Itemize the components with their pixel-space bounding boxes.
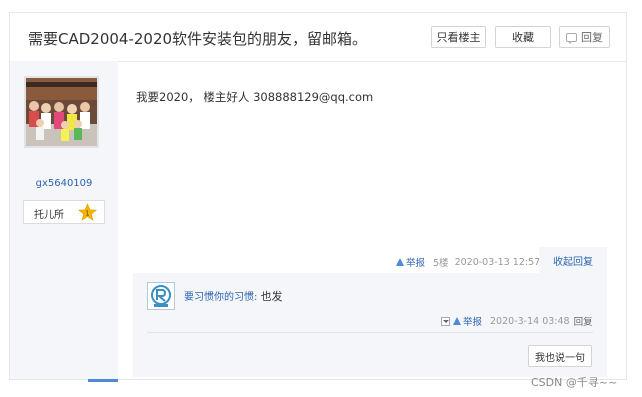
star-icon: 1	[78, 203, 97, 221]
report-link[interactable]: 举报	[396, 255, 425, 269]
warning-icon	[396, 258, 404, 266]
chevron-down-icon[interactable]	[441, 316, 450, 326]
author-username[interactable]: gx5640109	[10, 178, 118, 189]
comment-time: 2020-3-14 03:48	[490, 315, 570, 327]
post-content: 我要2020， 楼主好人 308888129@qq.com 举报 5楼 2020…	[118, 61, 626, 379]
avatar[interactable]	[24, 76, 99, 148]
comment-icon	[566, 32, 577, 44]
comment-list: 要习惯你的习惯: 也发 举报 2020-3-14 03:48 回复 我也说一句	[133, 273, 607, 377]
comment-text: 也发	[260, 290, 283, 303]
comment-meta: 举报 2020-3-14 03:48 回复	[441, 314, 593, 328]
floor-number: 5楼	[433, 258, 449, 269]
reply-meta: 举报 5楼 2020-03-13 12:57	[396, 255, 540, 269]
level-badge: 托儿所 1	[23, 200, 105, 224]
comment-report-link[interactable]: 举报	[453, 314, 482, 328]
comment-entry: 要习惯你的习惯: 也发	[184, 288, 283, 304]
report-label: 举报	[406, 258, 426, 269]
comment-report-label: 举报	[463, 317, 483, 328]
logo-icon	[151, 285, 171, 307]
warning-icon	[453, 317, 461, 325]
post-header: 需要CAD2004-2020软件安装包的朋友，留邮箱。 只看楼主 收藏 回复	[10, 13, 626, 62]
divider	[147, 332, 593, 333]
reply-button[interactable]: 回复	[559, 26, 610, 48]
watermark: CSDN @千寻~~	[531, 376, 618, 389]
comment-username[interactable]: 要习惯你的习惯:	[184, 292, 257, 303]
only-author-button[interactable]: 只看楼主	[431, 26, 486, 48]
comment-avatar[interactable]	[147, 282, 175, 310]
author-sidebar: gx5640109 托儿所 1	[10, 61, 118, 379]
level-number: 1	[85, 210, 89, 218]
add-comment-button[interactable]: 我也说一句	[528, 345, 592, 367]
comment-reply-link[interactable]: 回复	[574, 314, 593, 328]
post-title: 需要CAD2004-2020软件安装包的朋友，留邮箱。	[28, 30, 368, 48]
reply-button-label: 回复	[581, 31, 603, 44]
reply-text: 我要2020， 楼主好人 308888129@qq.com	[136, 90, 374, 104]
scroll-indicator	[88, 379, 118, 382]
level-title: 托儿所	[34, 210, 64, 221]
reply-time: 2020-03-13 12:57	[454, 256, 541, 268]
avatar-photo	[26, 78, 97, 146]
favorite-button[interactable]: 收藏	[495, 26, 551, 48]
post-frame: 需要CAD2004-2020软件安装包的朋友，留邮箱。 只看楼主 收藏 回复 g…	[9, 12, 627, 380]
collapse-replies-button[interactable]: 收起回复	[539, 247, 607, 273]
